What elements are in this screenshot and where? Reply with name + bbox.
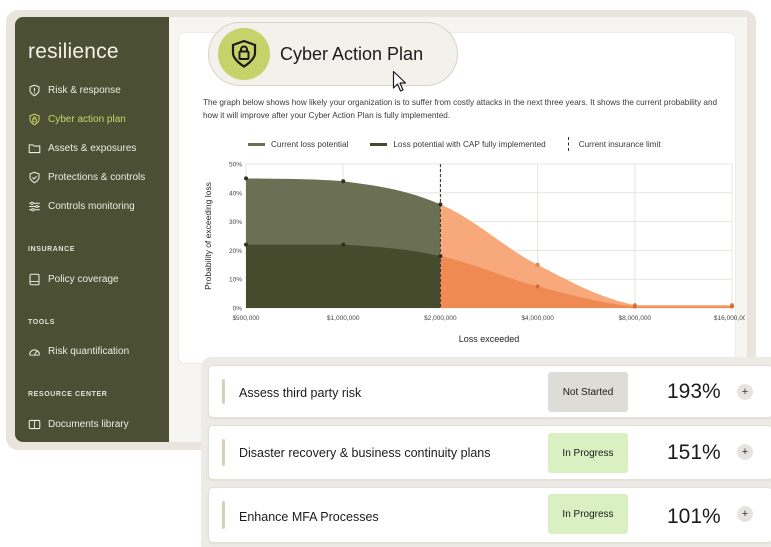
shield-lock-icon [231,39,257,68]
expand-button[interactable]: + [737,384,753,400]
task-accent-bar [222,439,225,466]
app-logo[interactable]: resilience [28,40,119,64]
sidebar-item-label: Cyber action plan [48,114,126,125]
sidebar-item-risk-response[interactable]: Risk & response [28,84,121,97]
y-tick-label: 50% [229,162,242,169]
section-insurance: INSURANCE [28,246,76,253]
x-tick-label: $1,000,000 [327,315,360,322]
task-row[interactable]: Enhance MFA Processes In Progress 101% + [208,487,771,543]
status-badge[interactable]: In Progress [548,433,628,473]
task-percent: 101% [667,505,721,528]
data-point [632,304,637,309]
y-tick-label: 20% [229,248,242,255]
legend-label: Current insurance limit [578,139,661,149]
document-icon [29,273,40,286]
x-tick-label: $500,000 [232,315,259,322]
sidebar-item-label: Documents library [48,419,129,430]
status-badge[interactable]: In Progress [548,494,628,534]
folder-icon [28,144,41,154]
task-percent: 193% [667,380,721,403]
status-badge[interactable]: Not Started [548,372,628,412]
sidebar-item-assets-exposures[interactable]: Assets & exposures [28,142,136,155]
sidebar-item-cyber-action-plan[interactable]: Cyber action plan [28,113,126,126]
chart-description: The graph below shows how likely your or… [203,98,718,120]
page-title: Cyber Action Plan [280,43,424,64]
sidebar-item-policy-coverage[interactable]: Policy coverage [28,273,119,286]
shield-alert-icon [29,84,40,97]
title-badge [218,28,270,80]
y-tick-label: 10% [229,277,242,284]
task-name: Disaster recovery & business continuity … [239,446,491,460]
chart-legend: Current loss potential Loss potential wi… [248,137,683,151]
sidebar-item-label: Controls monitoring [48,201,135,212]
data-point [244,242,248,247]
loss-exceedance-chart: 0% 10% 20% 30% 40% 50% $500,000 $1,000,000 $2,00… [203,162,745,345]
gauge-icon [29,349,40,356]
expand-button[interactable]: + [737,444,753,460]
x-tick-label: $16,000,000 [714,315,745,322]
page-title-pill: Cyber Action Plan [208,22,458,86]
legend-label: Current loss potential [271,139,349,149]
sidebar: resilience Risk & response Cyber action … [15,17,169,442]
data-point [244,176,248,181]
sidebar-item-risk-quantification[interactable]: Risk quantification [28,345,129,358]
mouse-pointer-icon [392,70,407,92]
task-percent: 151% [667,441,721,464]
y-tick-label: 40% [229,190,242,197]
sidebar-item-controls-monitoring[interactable]: Controls monitoring [28,200,135,213]
task-name: Assess third party risk [239,386,362,400]
sidebar-item-label: Risk quantification [48,346,130,357]
legend-label: Loss potential with CAP fully implemente… [393,139,546,149]
sidebar-item-protections-controls[interactable]: Protections & controls [28,171,145,184]
section-resource-center: RESOURCE CENTER [28,391,108,398]
sidebar-item-label: Assets & exposures [48,143,137,154]
legend-item-cap: Loss potential with CAP fully implemente… [370,139,546,149]
sidebar-item-documents-library[interactable]: Documents library [28,418,129,431]
sidebar-item-label: Protections & controls [48,172,146,183]
task-name: Enhance MFA Processes [239,510,379,524]
section-tools: TOOLS [28,319,55,326]
x-tick-label: $4,000,000 [521,315,554,322]
y-axis-title: Probability of exceeding loss [203,182,213,290]
task-accent-bar [222,501,225,529]
data-point [341,242,346,247]
task-row[interactable]: Assess third party risk Not Started 193%… [208,365,771,418]
data-point [535,262,540,267]
sliders-icon [29,201,40,212]
shield-check-icon [29,171,40,184]
x-axis-title: Loss exceeded [459,334,520,344]
data-point [730,304,734,309]
task-row[interactable]: Disaster recovery & business continuity … [208,425,771,480]
shield-lock-icon [29,113,40,126]
x-tick-label: $8,000,000 [619,315,652,322]
y-tick-label: 0% [233,306,243,313]
data-point [341,179,346,184]
sidebar-item-label: Risk & response [48,85,121,96]
sidebar-item-label: Policy coverage [48,274,119,285]
legend-item-insurance-limit: Current insurance limit [567,137,661,151]
data-point [535,284,540,289]
book-icon [28,419,41,430]
x-tick-label: $2,000,000 [424,315,457,322]
legend-item-current: Current loss potential [248,140,348,149]
task-accent-bar [222,379,225,404]
expand-button[interactable]: + [737,506,753,522]
y-tick-label: 30% [229,219,242,226]
